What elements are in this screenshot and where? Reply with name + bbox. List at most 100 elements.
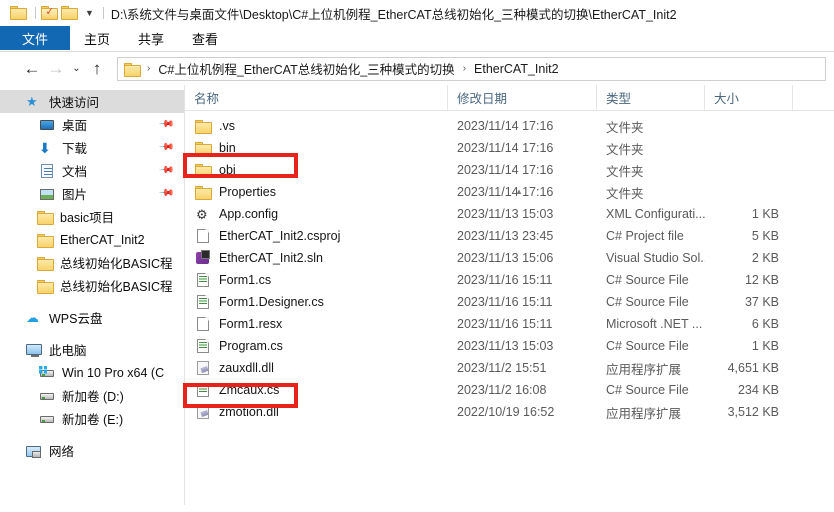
forward-button[interactable]: →: [44, 57, 68, 81]
file-name-cell[interactable]: zauxdll.dll: [185, 360, 448, 376]
breadcrumb-separator-1[interactable]: ›: [463, 63, 466, 74]
sidebar-item-label: 快速访问: [49, 96, 100, 110]
breadcrumb[interactable]: › C#上位机例程_EtherCAT总线初始化_三种模式的切换 › EtherC…: [117, 56, 826, 81]
sidebar-item-wps-cloud[interactable]: ☁ WPS云盘: [0, 306, 184, 329]
file-name: .vs: [219, 119, 235, 133]
sidebar-item-desktop[interactable]: 桌面 📌: [0, 113, 184, 136]
explorer-app-icon[interactable]: [10, 5, 27, 21]
folder-icon: [195, 184, 212, 200]
file-name: Form1.resx: [219, 317, 283, 331]
pin-icon[interactable]: 📌: [157, 185, 174, 202]
breadcrumb-item-1[interactable]: EtherCAT_Init2: [472, 62, 561, 76]
file-name-cell[interactable]: Properties: [185, 184, 448, 200]
file-size: 1 KB: [751, 339, 779, 353]
table-row[interactable]: ⚙ App.config 2023/11/13 15:03 XML Config…: [185, 203, 834, 225]
new-folder-icon[interactable]: [61, 5, 78, 21]
sidebar-item-drive-e[interactable]: 新加卷 (E:): [0, 407, 184, 430]
table-row[interactable]: Zmcaux.cs 2023/11/2 16:08 C# Source File…: [185, 379, 834, 401]
column-header-size[interactable]: 大小: [705, 84, 793, 111]
table-row[interactable]: zauxdll.dll 2023/11/2 15:51 应用程序扩展 4,651…: [185, 357, 834, 379]
chevron-down-icon[interactable]: ▼: [85, 8, 94, 18]
tab-view[interactable]: 查看: [178, 26, 232, 50]
file-type: C# Source File: [606, 273, 689, 287]
file-name-cell[interactable]: bin: [185, 140, 448, 156]
table-row[interactable]: obj 2023/11/14 17:16 文件夹: [185, 159, 834, 181]
column-header-type[interactable]: 类型: [597, 84, 705, 111]
file-size: 5 KB: [751, 229, 779, 243]
resx-file-icon: [195, 316, 212, 332]
drive-icon: [39, 388, 56, 404]
back-button[interactable]: ←: [20, 57, 44, 81]
file-rows: .vs 2023/11/14 17:16 文件夹 bin 2023/11/14 …: [185, 111, 834, 423]
csharp-file-icon: [195, 294, 212, 310]
sidebar-item-label: 新加卷 (D:): [62, 390, 124, 404]
visual-studio-icon: [195, 250, 212, 266]
file-type: C# Project file: [606, 229, 684, 243]
table-row[interactable]: .vs 2023/11/14 17:16 文件夹: [185, 115, 834, 137]
sidebar-item-label: WPS云盘: [49, 312, 103, 326]
file-name-cell[interactable]: Program.cs: [185, 338, 448, 354]
sidebar-item-basic-project[interactable]: basic项目: [0, 205, 184, 228]
file-name-cell[interactable]: Form1.resx: [185, 316, 448, 332]
table-row[interactable]: zmotion.dll 2022/10/19 16:52 应用程序扩展 3,51…: [185, 401, 834, 423]
properties-icon[interactable]: ✓: [41, 5, 58, 21]
column-header-name[interactable]: 名称: [185, 84, 448, 111]
star-icon: ★: [26, 93, 38, 109]
breadcrumb-folder-icon: [124, 62, 141, 77]
recent-locations-button[interactable]: ⌄: [68, 57, 85, 81]
folder-icon: [37, 278, 54, 294]
pin-icon[interactable]: 📌: [157, 139, 174, 156]
sidebar-item-drive-d[interactable]: 新加卷 (D:): [0, 384, 184, 407]
file-type: 应用程序扩展: [606, 362, 682, 377]
column-header-date[interactable]: 修改日期: [448, 84, 597, 111]
sidebar-item-label: 桌面: [62, 119, 88, 133]
sidebar-item-downloads[interactable]: ⬇ 下载 📌: [0, 136, 184, 159]
drive-icon: [39, 411, 56, 427]
table-row[interactable]: EtherCAT_Init2.csproj 2023/11/13 23:45 C…: [185, 225, 834, 247]
desktop-icon: [39, 117, 56, 133]
file-list-pane[interactable]: 名称 修改日期 类型 大小 ▲ .vs 2023/11/14 17:16 文件夹…: [185, 84, 834, 505]
file-name-cell[interactable]: Form1.cs: [185, 272, 448, 288]
tab-share[interactable]: 共享: [124, 26, 178, 50]
sidebar-item-ethercat-init2[interactable]: EtherCAT_Init2: [0, 228, 184, 251]
file-name-cell[interactable]: Zmcaux.cs: [185, 382, 448, 398]
file-name-cell[interactable]: EtherCAT_Init2.sln: [185, 250, 448, 266]
navigation-pane[interactable]: ★ 快速访问 桌面 📌 ⬇ 下载 📌 文档 📌 图片 📌 basic项目 Eth…: [0, 85, 185, 505]
tab-home[interactable]: 主页: [70, 26, 124, 50]
sidebar-item-pictures[interactable]: 图片 📌: [0, 182, 184, 205]
csharp-file-icon: [195, 382, 212, 398]
sidebar-item-bus-init-basic-1[interactable]: 总线初始化BASIC程: [0, 251, 184, 274]
table-row[interactable]: EtherCAT_Init2.sln 2023/11/13 15:06 Visu…: [185, 247, 834, 269]
csharp-file-icon: [195, 272, 212, 288]
sidebar-item-this-pc[interactable]: 此电脑: [0, 338, 184, 361]
up-button[interactable]: ↑: [85, 57, 109, 81]
file-name-cell[interactable]: .vs: [185, 118, 448, 134]
table-row[interactable]: Form1.resx 2023/11/16 15:11 Microsoft .N…: [185, 313, 834, 335]
sidebar-item-label: 新加卷 (E:): [62, 413, 124, 427]
ribbon-tab-strip: 文件 主页 共享 查看: [0, 26, 834, 51]
tab-file[interactable]: 文件: [0, 26, 71, 50]
breadcrumb-separator-0[interactable]: ›: [147, 63, 150, 74]
sidebar-item-documents[interactable]: 文档 📌: [0, 159, 184, 182]
file-date: 2023/11/14 17:16: [457, 141, 554, 155]
table-row[interactable]: bin 2023/11/14 17:16 文件夹: [185, 137, 834, 159]
breadcrumb-item-0[interactable]: C#上位机例程_EtherCAT总线初始化_三种模式的切换: [156, 59, 456, 78]
file-name-cell[interactable]: Form1.Designer.cs: [185, 294, 448, 310]
file-name-cell[interactable]: EtherCAT_Init2.csproj: [185, 228, 448, 244]
file-name: EtherCAT_Init2.sln: [219, 251, 323, 265]
sidebar-item-win10-drive-c[interactable]: Win 10 Pro x64 (C: [0, 361, 184, 384]
file-size: 1 KB: [751, 207, 779, 221]
file-date: 2022/10/19 16:52: [457, 405, 555, 419]
file-name-cell[interactable]: zmotion.dll: [185, 404, 448, 420]
table-row[interactable]: Form1.Designer.cs 2023/11/16 15:11 C# So…: [185, 291, 834, 313]
sidebar-item-network[interactable]: 网络: [0, 439, 184, 462]
pin-icon[interactable]: 📌: [157, 162, 174, 179]
pin-icon[interactable]: 📌: [157, 116, 174, 133]
table-row[interactable]: Properties 2023/11/14 17:16 文件夹: [185, 181, 834, 203]
file-name-cell[interactable]: ⚙ App.config: [185, 206, 448, 222]
file-name-cell[interactable]: obj: [185, 162, 448, 178]
table-row[interactable]: Form1.cs 2023/11/16 15:11 C# Source File…: [185, 269, 834, 291]
sidebar-item-quick-access[interactable]: ★ 快速访问: [0, 90, 184, 113]
sidebar-item-bus-init-basic-2[interactable]: 总线初始化BASIC程: [0, 274, 184, 297]
table-row[interactable]: Program.cs 2023/11/13 15:03 C# Source Fi…: [185, 335, 834, 357]
